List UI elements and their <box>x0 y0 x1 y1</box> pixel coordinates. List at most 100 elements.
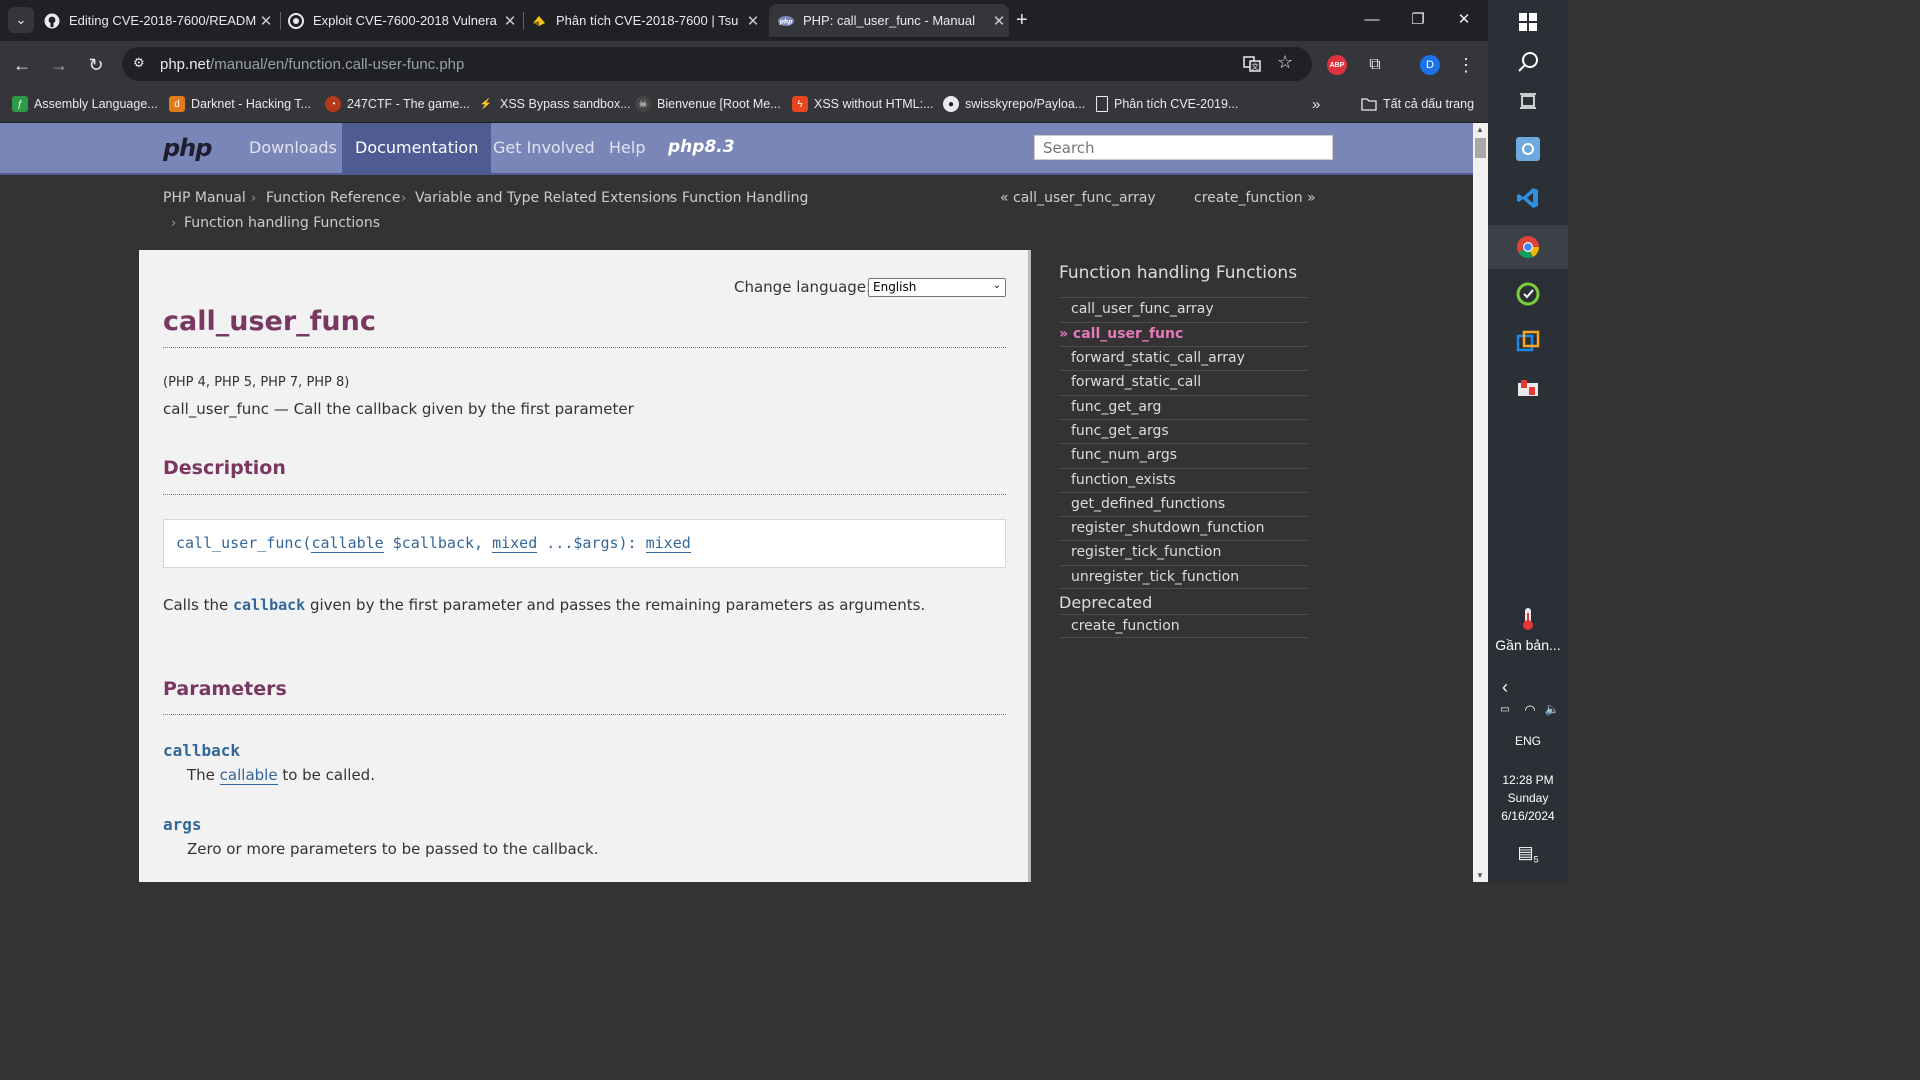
sidebar-item[interactable]: register_tick_function <box>1059 540 1308 564</box>
weather-text[interactable]: Gần bản... <box>1488 637 1568 653</box>
volume-icon[interactable]: 🔈 <box>1543 702 1561 716</box>
vscode-icon[interactable] <box>1500 176 1556 220</box>
sidebar-item[interactable]: unregister_tick_function <box>1059 565 1308 589</box>
bookmark-item[interactable]: Phân tích CVE-2019... <box>1096 96 1238 112</box>
tab-phan-tich[interactable]: Phân tích CVE-2018-7600 | Tsu ✕ <box>531 4 763 37</box>
sidebar-item-current[interactable]: » call_user_func <box>1059 322 1308 346</box>
scroll-down-icon[interactable]: ▼ <box>1476 871 1484 880</box>
search-input[interactable] <box>1034 135 1333 160</box>
sidebar-item[interactable]: func_get_args <box>1059 419 1308 443</box>
maximize-button[interactable]: ❐ <box>1403 8 1433 32</box>
all-bookmarks-folder[interactable]: Tất cả dấu trang <box>1361 96 1474 112</box>
nav-get-involved[interactable]: Get Involved <box>493 123 595 173</box>
url-text[interactable]: php.net/manual/en/function.call-user-fun… <box>160 56 464 73</box>
bookmark-item[interactable]: ● swisskyrepo/Payloa... <box>943 96 1085 112</box>
scroll-up-icon[interactable]: ▲ <box>1476 125 1484 134</box>
site-settings-icon[interactable]: ⚙ <box>133 55 145 71</box>
language-select[interactable]: English ⌄ <box>868 278 1006 297</box>
parameters-heading: Parameters <box>163 678 287 700</box>
breadcrumb-item[interactable]: Function Reference <box>266 190 401 206</box>
wifi-icon[interactable]: ◠ <box>1521 702 1539 718</box>
nav-downloads[interactable]: Downloads <box>249 123 337 173</box>
app-icon[interactable] <box>1500 127 1556 171</box>
tab-search-button[interactable]: ⌄ <box>8 7 34 33</box>
clock-day[interactable]: Sunday <box>1488 791 1568 805</box>
prev-page-link[interactable]: « call_user_func_array <box>1000 190 1156 206</box>
close-tab-icon[interactable]: ✕ <box>256 12 276 30</box>
bookmark-item[interactable]: ƒ Assembly Language... <box>12 96 158 112</box>
task-view-icon[interactable] <box>1500 79 1556 123</box>
breadcrumb-item[interactable]: Variable and Type Related Extensions <box>415 190 677 206</box>
type-link[interactable]: mixed <box>492 534 538 553</box>
new-tab-button[interactable]: + <box>1016 9 1028 31</box>
sidebar-item[interactable]: func_get_arg <box>1059 395 1308 419</box>
bookmark-star-icon[interactable]: ☆ <box>1277 52 1293 73</box>
translate-icon[interactable]: 文 <box>1243 55 1261 77</box>
windows-start-icon[interactable] <box>1500 0 1556 44</box>
app-icon[interactable] <box>1500 367 1556 411</box>
callable-link[interactable]: callable <box>219 766 278 785</box>
sidebar-item[interactable]: function_exists <box>1059 468 1308 492</box>
vertical-scrollbar[interactable]: ▲ ▼ <box>1473 123 1488 882</box>
sidebar-item[interactable]: func_num_args <box>1059 443 1308 467</box>
sidebar-item[interactable]: register_shutdown_function <box>1059 516 1308 540</box>
close-tab-icon[interactable]: ✕ <box>989 12 1009 30</box>
bookmarks-bar: ƒ Assembly Language... d Darknet - Hacking… <box>0 88 1488 123</box>
type-link[interactable]: callable <box>311 534 384 553</box>
clock-time[interactable]: 12:28 PM <box>1488 773 1568 787</box>
scrollbar-thumb[interactable] <box>1475 138 1486 158</box>
sidebar-item[interactable]: forward_static_call <box>1059 370 1308 394</box>
site-icon <box>288 12 304 29</box>
weather-icon[interactable] <box>1500 602 1556 636</box>
php-version-badge[interactable]: php8.3 <box>668 137 735 157</box>
bookmark-item[interactable]: ⚡ XSS Bypass sandbox... <box>478 96 631 112</box>
chevron-left-icon[interactable]: ‹ <box>1488 677 1522 698</box>
address-bar[interactable]: ⚙ php.net/manual/en/function.call-user-f… <box>122 47 1312 81</box>
notification-icon[interactable]: ▤5 <box>1488 843 1568 864</box>
nav-help[interactable]: Help <box>609 123 645 173</box>
search-icon[interactable] <box>1500 40 1556 84</box>
parameter-name: callback <box>163 741 241 760</box>
battery-icon[interactable]: ▭ <box>1496 704 1514 715</box>
bookmark-item[interactable]: d Darknet - Hacking T... <box>169 96 311 112</box>
tab-editing-cve[interactable]: Editing CVE-2018-7600/READM ✕ <box>44 4 276 37</box>
clock-date[interactable]: 6/16/2024 <box>1488 809 1568 823</box>
chrome-icon[interactable] <box>1488 225 1568 269</box>
more-bookmarks-button[interactable]: » <box>1312 96 1320 113</box>
close-window-button[interactable]: ✕ <box>1449 8 1479 32</box>
sidebar-title[interactable]: Function handling Functions <box>1059 263 1297 283</box>
reload-icon[interactable]: ↻ <box>83 52 109 78</box>
back-icon[interactable]: ← <box>9 52 35 78</box>
language-indicator[interactable]: ENG <box>1488 734 1568 748</box>
close-tab-icon[interactable]: ✕ <box>743 12 763 30</box>
bookmark-item[interactable]: ◔ 247CTF - The game... <box>325 96 470 112</box>
sidebar-item[interactable]: create_function <box>1059 614 1308 638</box>
forward-icon[interactable]: → <box>46 52 72 78</box>
type-link[interactable]: mixed <box>645 534 691 553</box>
sidebar-item[interactable]: get_defined_functions <box>1059 492 1308 516</box>
minimize-button[interactable]: — <box>1357 8 1387 32</box>
profile-avatar[interactable]: D <box>1420 55 1440 75</box>
next-page-link[interactable]: create_function » <box>1194 190 1316 206</box>
tab-php-call-user-func[interactable]: php PHP: call_user_func - Manual ✕ <box>769 4 1009 37</box>
php-logo[interactable]: php <box>163 134 212 162</box>
sidebar-item[interactable]: call_user_func_array <box>1059 297 1308 321</box>
breadcrumb-item[interactable]: Function handling Functions <box>184 215 380 231</box>
breadcrumb-item[interactable]: Function Handling <box>682 190 808 206</box>
breadcrumb-item[interactable]: PHP Manual <box>163 190 246 206</box>
app-icon[interactable] <box>1500 272 1556 316</box>
extensions-icon[interactable]: ⧉ <box>1362 52 1388 78</box>
tab-exploit-cve[interactable]: Exploit CVE-7600-2018 Vulnera ✕ <box>288 4 520 37</box>
adblock-plus-icon[interactable]: ABP <box>1327 55 1347 75</box>
bookmark-icon: ☠ <box>635 96 651 112</box>
close-tab-icon[interactable]: ✕ <box>500 12 520 30</box>
bookmark-item[interactable]: ☠ Bienvenue [Root Me... <box>635 96 781 112</box>
app-icon[interactable] <box>1500 320 1556 364</box>
main-content: Change language: English ⌄ call_user_func… <box>139 250 1031 882</box>
menu-kebab-icon[interactable]: ⋮ <box>1453 52 1479 78</box>
sidebar-item[interactable]: forward_static_call_array <box>1059 346 1308 370</box>
nav-documentation[interactable]: Documentation <box>342 123 492 173</box>
refpurpose: call_user_func — Call the callback given… <box>163 400 634 418</box>
bookmark-item[interactable]: ϟ XSS without HTML:... <box>792 96 933 112</box>
method-synopsis: call_user_func(callable $callback, mixed… <box>163 519 1006 568</box>
